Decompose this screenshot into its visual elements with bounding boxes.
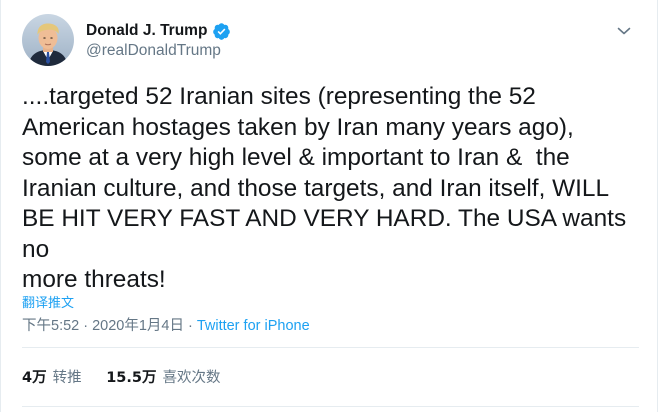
avatar[interactable] [22,14,74,66]
display-name[interactable]: Donald J. Trump [86,22,207,40]
retweets-stat[interactable]: 4万 转推 [22,366,82,387]
divider [22,347,639,348]
translate-tweet-link[interactable]: 翻译推文 [22,292,74,311]
user-handle[interactable]: @realDonaldTrump [86,42,231,60]
likes-label: 喜欢次数 [162,370,221,386]
tweet-header: Donald J. Trump @realDonaldTrump [22,14,641,70]
verified-badge-icon [212,22,231,41]
profile-photo-icon [22,14,74,66]
tweet-source-link[interactable]: Twitter for iPhone [197,318,310,334]
likes-count: 15.5万 [106,370,157,386]
user-identity: Donald J. Trump @realDonaldTrump [86,20,231,60]
tweet-stats: 4万 转推 15.5万 喜欢次数 [22,366,240,387]
meta-separator: · [83,318,89,334]
retweets-count: 4万 [22,370,47,386]
name-row: Donald J. Trump [86,20,231,42]
tweet-text: ....targeted 52 Iranian sites (represent… [22,83,627,293]
likes-stat[interactable]: 15.5万 喜欢次数 [106,366,220,387]
divider [22,406,639,407]
retweets-label: 转推 [52,370,82,386]
tweet-card: Donald J. Trump @realDonaldTrump ....tar… [0,0,658,412]
tweet-time[interactable]: 下午5:52 [22,318,79,334]
tweet-meta: 下午5:52 · 2020年1月4日 · Twitter for iPhone [22,314,310,335]
tweet-date[interactable]: 2020年1月4日 [92,318,184,334]
meta-separator: · [187,318,193,334]
chevron-down-icon[interactable] [615,22,633,40]
